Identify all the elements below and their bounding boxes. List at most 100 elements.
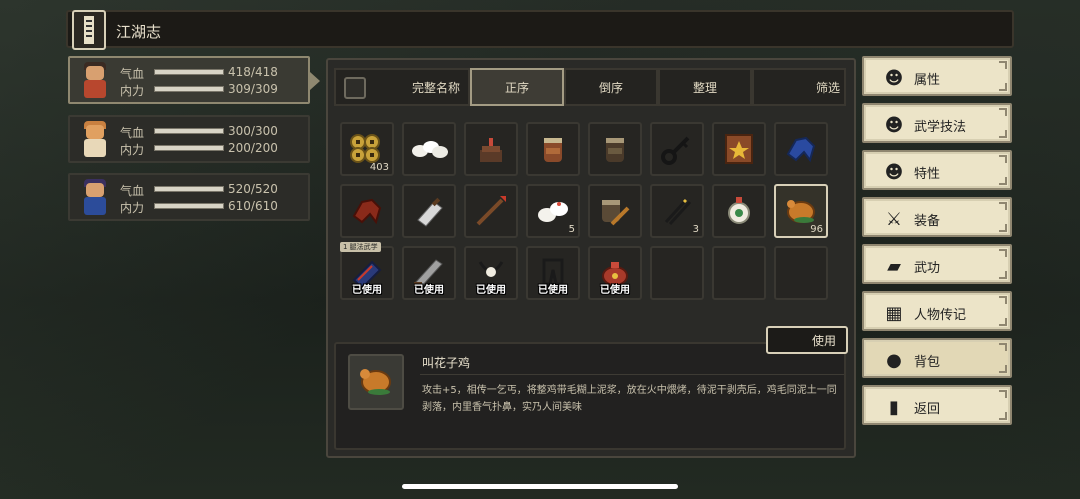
backpack-icon: ● [886,349,902,371]
item-description: 攻击+5，相传一乞丐，将整鸡带毛糊上泥浆，放在火中煨烤，待泥干剥壳后，鸡毛同泥土… [422,385,837,413]
full-name-checkbox[interactable] [344,77,366,99]
jar-with-stick-icon [602,200,630,226]
tab-descending[interactable]: 倒序 [564,68,658,106]
hp-bar [154,69,224,75]
inventory-slot[interactable]: 已使用 [526,246,580,300]
hp-label: 气血 [120,184,145,198]
door-icon: ▮ [889,396,899,418]
tab-ascending-label: 正序 [504,80,529,95]
inventory-slot-empty[interactable] [774,246,828,300]
tab-filter[interactable]: 筛选 [752,68,846,106]
use-button[interactable]: 使用 [766,326,848,354]
inventory-slot[interactable] [526,122,580,176]
menu-label: 背包 [914,355,941,370]
item-name: 叫花子鸡 [422,356,471,370]
tab-full-name-label: 完整名称 [411,80,460,95]
book-icon: ▰ [887,255,901,277]
menu-item-kungfu[interactable]: ▰ 武功 [862,244,1012,284]
mp-label: 内力 [120,201,145,215]
used-label: 已使用 [476,285,506,296]
inventory-slot[interactable] [650,122,704,176]
mp-bar [154,203,224,209]
menu-item-martial-techniques[interactable]: ☻ 武学技法 [862,103,1012,143]
sort-tabs: 完整名称 正序 倒序 整理 筛选 [334,68,846,106]
martial-artist-icon: ☻ [884,114,904,136]
hp-label: 气血 [120,67,145,81]
inventory-slot[interactable]: 1 腿法武学 已使用 [340,242,394,300]
key-icon [661,136,690,165]
used-label: 已使用 [352,285,382,296]
menu-item-equipment[interactable]: ⚔ 装备 [862,197,1012,237]
mp-value: 309/309 [228,82,278,96]
character-card-1[interactable]: 气血 418/418 内力 309/309 [68,56,320,104]
pendant-icon [728,197,750,224]
inventory-slot[interactable]: 5 [526,184,580,238]
menu-label: 返回 [914,402,941,417]
inventory-slot[interactable] [774,122,828,176]
inventory-slot[interactable]: 已使用 [464,246,518,300]
tab-ascending[interactable]: 正序 [470,68,564,106]
martial-scroll-icon [725,134,753,164]
item-count: 96 [810,224,823,235]
menu-label: 人物传记 [914,308,967,323]
tab-tidy[interactable]: 整理 [658,68,752,106]
menu-item-attributes[interactable]: ☻ 属性 [862,56,1012,96]
inventory-slot-selected[interactable]: 96 [774,184,828,238]
inventory-slot[interactable]: 3 [650,184,704,238]
hp-bar [154,186,224,192]
menu-label: 属性 [914,73,941,88]
mp-bar [154,86,224,92]
spear-icon [476,196,506,226]
item-count: 3 [692,224,699,235]
menu-item-biography[interactable]: ▦ 人物传记 [862,291,1012,331]
mp-bar [154,145,224,151]
home-indicator[interactable] [402,484,678,489]
tab-tidy-label: 整理 [692,80,717,95]
inventory-panel: 完整名称 正序 倒序 整理 筛选 403 5 3 96 1 腿法武学 已使用 已… [326,58,856,458]
divider [420,374,844,375]
page-title: 江湖志 [116,23,162,41]
inventory-slot[interactable]: 已使用 [402,246,456,300]
tab-full-name[interactable]: 完整名称 [334,68,470,106]
inventory-slot-empty[interactable] [712,246,766,300]
hp-label: 气血 [120,126,145,140]
incense-burner-icon [480,138,502,162]
menu-item-backpack[interactable]: ● 背包 [862,338,1012,378]
inventory-slot[interactable]: 已使用 [588,246,642,300]
inventory-slot[interactable] [588,122,642,176]
hp-value: 520/520 [228,182,278,196]
mp-label: 内力 [120,143,145,157]
item-detail: 叫花子鸡 攻击+5，相传一乞丐，将整鸡带毛糊上泥浆，放在火中煨烤，待泥干剥壳后，… [334,342,846,450]
detail-item-image [348,354,404,410]
menu-label: 特性 [914,167,941,182]
menu-item-return[interactable]: ▮ 返回 [862,385,1012,425]
menu-item-traits[interactable]: ☻ 特性 [862,150,1012,190]
roast-chicken-icon [360,369,391,395]
hp-value: 300/300 [228,124,278,138]
clay-jar-icon [606,138,624,162]
inventory-slot[interactable] [464,184,518,238]
inventory-slot[interactable]: 403 [340,122,394,176]
jianghu-book-icon [72,10,106,50]
character-card-3[interactable]: 气血 520/520 内力 610/610 [68,173,310,221]
biography-icon: ▦ [885,302,903,324]
inventory-slot[interactable] [340,184,394,238]
used-label: 已使用 [414,285,444,296]
item-count: 5 [568,224,575,235]
inventory-slot[interactable] [712,122,766,176]
rice-buns-icon [412,141,448,158]
inventory-slot[interactable] [402,122,456,176]
blue-glove-icon [786,136,816,163]
inventory-slot[interactable] [464,122,518,176]
inventory-slot[interactable] [588,184,642,238]
menu-label: 装备 [914,214,941,229]
inventory-slot[interactable] [402,184,456,238]
character-card-2[interactable]: 气血 300/300 内力 200/200 [68,115,310,163]
menu-label: 武学技法 [914,120,967,135]
tab-filter-label: 筛选 [815,80,840,95]
item-count: 403 [369,162,389,173]
used-label: 已使用 [538,285,568,296]
inventory-slot-empty[interactable] [650,246,704,300]
inventory-slot[interactable] [712,184,766,238]
avatar [76,121,114,159]
